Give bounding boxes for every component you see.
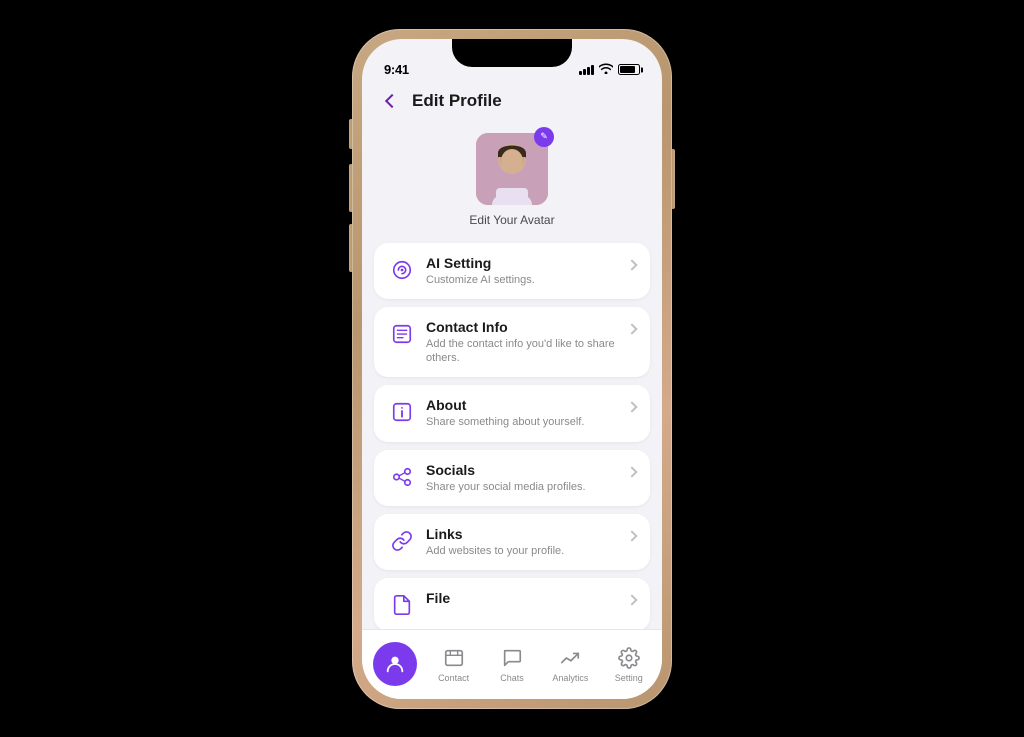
menu-text-about: About Share something about yourself. [426, 397, 628, 429]
menu-subtitle-contact-info: Add the contact info you'd like to share… [426, 337, 628, 366]
socials-icon [388, 463, 416, 491]
contact-icon [388, 320, 416, 348]
nav-item-chats[interactable]: Chats [486, 646, 538, 683]
menu-text-ai-setting: AI Setting Customize AI settings. [426, 255, 628, 287]
avatar-section: ✎ Edit Your Avatar [374, 125, 650, 243]
menu-item-socials[interactable]: Socials Share your social media profiles… [374, 450, 650, 506]
header: Edit Profile [362, 83, 662, 125]
nav-setting-icon [617, 646, 641, 670]
back-button[interactable] [378, 87, 406, 115]
ai-icon [388, 256, 416, 284]
menu-title-ai-setting: AI Setting [426, 255, 628, 271]
avatar-container[interactable]: ✎ [476, 133, 548, 205]
menu-title-contact-info: Contact Info [426, 319, 628, 335]
avatar-edit-badge[interactable]: ✎ [534, 127, 554, 147]
nav-chats-icon [500, 646, 524, 670]
menu-subtitle-socials: Share your social media profiles. [426, 480, 628, 494]
page-title: Edit Profile [412, 91, 502, 111]
chevron-right-icon [626, 323, 637, 334]
menu-title-links: Links [426, 526, 628, 542]
menu-list: AI Setting Customize AI settings. Contac… [374, 243, 650, 629]
menu-subtitle-about: Share something about yourself. [426, 415, 628, 429]
nav-analytics-label: Analytics [552, 673, 588, 683]
menu-title-file: File [426, 590, 628, 606]
nav-analytics-icon [558, 646, 582, 670]
links-icon [388, 527, 416, 555]
menu-text-file: File [426, 590, 628, 608]
phone-screen: 9:41 [362, 39, 662, 699]
bottom-nav: Contact Chats [362, 629, 662, 699]
menu-text-contact-info: Contact Info Add the contact info you'd … [426, 319, 628, 366]
status-time: 9:41 [384, 62, 409, 77]
side-button-left-2 [349, 164, 352, 212]
side-button-left-3 [349, 224, 352, 272]
phone-frame: 9:41 [352, 29, 672, 709]
chevron-right-icon [626, 259, 637, 270]
file-icon [388, 591, 416, 619]
nav-setting-label: Setting [615, 673, 643, 683]
menu-text-socials: Socials Share your social media profiles… [426, 462, 628, 494]
notch [452, 39, 572, 67]
chevron-right-icon [626, 530, 637, 541]
chevron-right-icon [626, 402, 637, 413]
nav-item-analytics[interactable]: Analytics [544, 646, 596, 683]
chevron-right-icon [626, 466, 637, 477]
menu-item-ai-setting[interactable]: AI Setting Customize AI settings. [374, 243, 650, 299]
nav-profile-icon [373, 642, 417, 686]
menu-subtitle-links: Add websites to your profile. [426, 544, 628, 558]
side-button-right [672, 149, 675, 209]
back-chevron-icon [385, 93, 399, 107]
menu-item-links[interactable]: Links Add websites to your profile. [374, 514, 650, 570]
menu-item-file[interactable]: File [374, 578, 650, 628]
menu-title-socials: Socials [426, 462, 628, 478]
nav-item-profile[interactable] [369, 642, 421, 686]
menu-text-links: Links Add websites to your profile. [426, 526, 628, 558]
avatar-label: Edit Your Avatar [469, 213, 554, 227]
status-icons [579, 63, 640, 77]
nav-chats-label: Chats [500, 673, 524, 683]
wifi-icon [599, 63, 613, 77]
menu-item-about[interactable]: About Share something about yourself. [374, 385, 650, 441]
nav-contact-label: Contact [438, 673, 469, 683]
battery-icon [618, 64, 640, 75]
scroll-content: ✎ Edit Your Avatar AI Setting Customize … [362, 125, 662, 629]
info-icon [388, 398, 416, 426]
nav-item-contact[interactable]: Contact [428, 646, 480, 683]
side-button-left-1 [349, 119, 352, 149]
menu-title-about: About [426, 397, 628, 413]
chevron-right-icon [626, 595, 637, 606]
edit-icon: ✎ [540, 131, 548, 142]
nav-contact-icon [442, 646, 466, 670]
menu-subtitle-ai-setting: Customize AI settings. [426, 273, 628, 287]
signal-icon [579, 65, 594, 75]
menu-item-contact-info[interactable]: Contact Info Add the contact info you'd … [374, 307, 650, 378]
nav-item-setting[interactable]: Setting [603, 646, 655, 683]
